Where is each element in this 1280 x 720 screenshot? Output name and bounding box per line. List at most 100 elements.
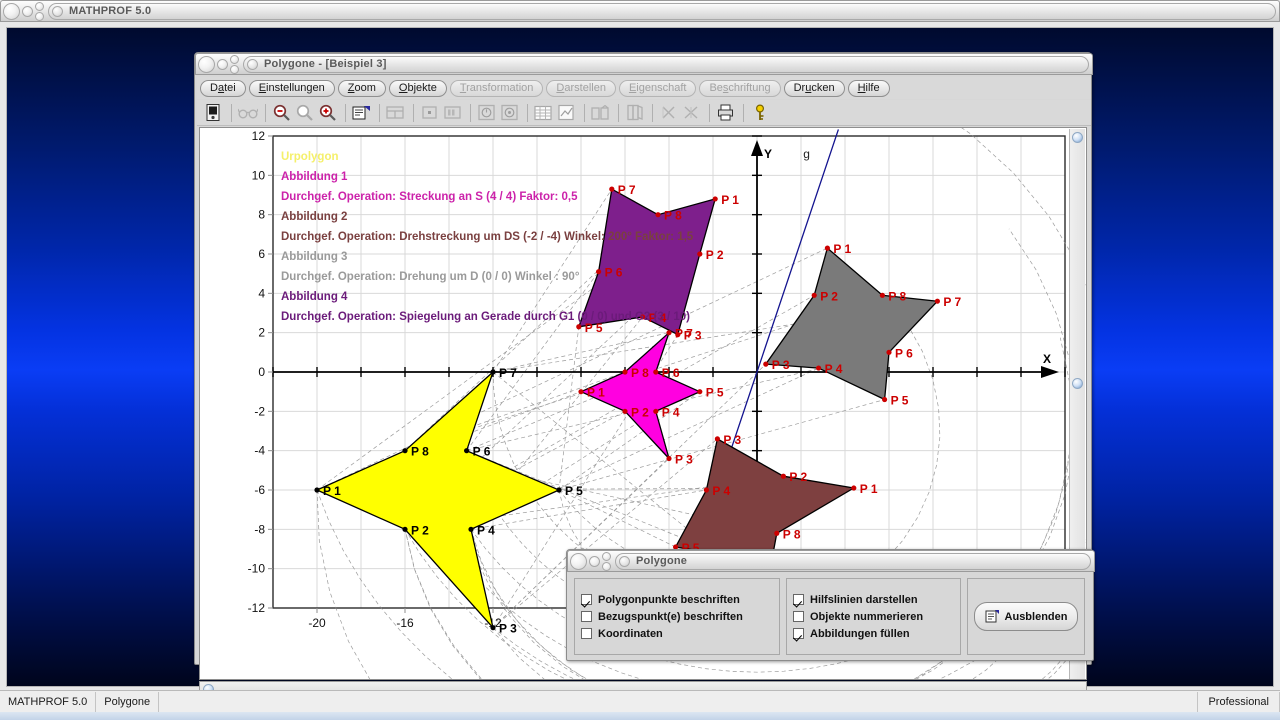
print-icon[interactable] [715, 102, 736, 123]
option-row-2[interactable]: Koordinaten [581, 628, 773, 640]
legend-entry: Abbildung 3 [281, 251, 347, 263]
mode-toggle-icon[interactable] [203, 102, 224, 123]
polygone-window-menu-icon[interactable] [198, 55, 215, 73]
vertex-marker [780, 473, 787, 479]
menu-item-objekte[interactable]: Objekte [388, 79, 447, 97]
option-row-1[interactable]: Bezugspunkt(e) beschriften [581, 611, 773, 623]
zoom-out-icon[interactable] [271, 102, 292, 123]
options-dialog-controls[interactable] [570, 551, 611, 571]
options-group-display: Hilfslinien darstellen Objekte nummeriere… [786, 578, 961, 655]
menu-item-darstellen: Darstellen [546, 79, 616, 97]
vertex-marker [697, 251, 703, 257]
glasses-icon [237, 102, 258, 123]
menu-item-einstellungen[interactable]: Einstellungen [248, 79, 335, 97]
vertex-marker [596, 269, 602, 275]
dialog-minimize-icon[interactable] [589, 555, 600, 567]
checkbox-objekte-nummerieren[interactable] [793, 611, 804, 622]
menu-item-label: Transformation [459, 82, 534, 94]
help-key-icon[interactable] [749, 102, 770, 123]
checkbox-koordinaten[interactable] [581, 628, 592, 639]
dialog-close-icon[interactable] [602, 561, 611, 571]
options-dialog-titlebar: Polygone [567, 550, 1095, 572]
vertex-label: P 2 [631, 405, 649, 419]
vertex-marker [609, 186, 615, 192]
menu-item-label: Zoom [347, 82, 376, 94]
vertex-label: P 1 [587, 386, 605, 400]
vertex-marker [714, 436, 721, 442]
option-row-0[interactable]: Hilfslinien darstellen [793, 594, 954, 606]
menu-item-label: Objekte [398, 82, 437, 94]
scroll-thumb[interactable] [1072, 378, 1083, 389]
vertex-label: P 8 [411, 445, 429, 459]
vertex-marker [934, 298, 941, 304]
window-minimize-icon[interactable] [22, 5, 33, 17]
polygone-window-maximize-icon[interactable] [230, 54, 239, 64]
y-tick-label: -6 [254, 483, 265, 497]
x-tick-label: -20 [308, 616, 326, 630]
checkbox-label: Hilfslinien darstellen [810, 593, 918, 606]
menu-item-label: Datei [210, 82, 236, 94]
vertex-label: P 8 [783, 527, 801, 541]
legend-entry: Urpolygon [281, 151, 339, 163]
checkbox-hilfslinien-darstellen[interactable] [793, 594, 804, 605]
menu-item-datei[interactable]: Datei [200, 79, 246, 97]
main-title-capsule: MATHPROF 5.0 [48, 2, 1276, 20]
checkbox-polygonpunkte-beschriften[interactable] [581, 594, 592, 605]
vertex-label: P 1 [721, 193, 739, 207]
option-row-2[interactable]: Abbildungen füllen [793, 628, 954, 640]
vertex-label: P 2 [706, 248, 724, 262]
menu-item-zoom[interactable]: Zoom [337, 79, 386, 97]
polygone-window-minimize-icon[interactable] [217, 58, 228, 70]
delete-all-icon [681, 102, 702, 123]
delete-one-icon [658, 102, 679, 123]
statusbar-edition: Professional [1198, 691, 1280, 712]
y-tick-label: 0 [258, 365, 265, 379]
vertex-label: P 8 [664, 209, 682, 223]
statusbar-underline [0, 712, 1280, 720]
sheet-icon [556, 102, 577, 123]
main-window-controls[interactable] [3, 1, 44, 21]
menu-item-eigenschaft: Eigenschaft [618, 79, 697, 97]
vertex-label: P 3 [723, 433, 741, 447]
polygone-window-controls[interactable] [198, 54, 239, 74]
y-tick-label: 2 [258, 326, 265, 340]
vertex-label: P 7 [499, 366, 517, 380]
dialog-menu-icon[interactable] [570, 552, 587, 570]
window-menu-icon[interactable] [3, 2, 20, 20]
vertex-marker [774, 530, 780, 536]
window-maximize-icon[interactable] [35, 1, 44, 11]
option-row-0[interactable]: Polygonpunkte beschriften [581, 594, 773, 606]
application-root: MATHPROF 5.0 Polygone - [Beispiel 3] Dat… [0, 0, 1280, 720]
polygone-window-close-icon[interactable] [230, 64, 239, 74]
zoom-reset-icon[interactable] [294, 102, 315, 123]
app-title: MATHPROF 5.0 [69, 5, 152, 17]
vertex-label: P 2 [411, 523, 429, 537]
vertex-label: P 8 [631, 366, 649, 380]
ausblenden-button[interactable]: Ausblenden [973, 602, 1079, 631]
vertex-marker [824, 245, 831, 251]
vertex-marker [556, 487, 562, 493]
menu-item-label: Einstellungen [258, 82, 325, 94]
legend-entry: Abbildung 2 [281, 211, 347, 223]
checkbox-label: Abbildungen füllen [810, 627, 910, 640]
options-group-labels: Polygonpunkte beschriften Bezugspunkt(e) … [574, 578, 780, 655]
application-statusbar: MATHPROF 5.0 Polygone Professional [0, 690, 1280, 712]
zoom-in-icon[interactable] [317, 102, 338, 123]
dialog-maximize-icon[interactable] [602, 551, 611, 561]
options-dialog-body: Polygonpunkte beschriften Bezugspunkt(e) … [571, 575, 1091, 658]
window-split-icon [385, 102, 406, 123]
properties-icon[interactable] [351, 102, 372, 123]
hide-window-icon [985, 610, 999, 623]
vertex-marker [653, 369, 659, 375]
polygone-window-titlebar: Polygone - [Beispiel 3] [195, 53, 1093, 75]
option-row-1[interactable]: Objekte nummerieren [793, 611, 954, 623]
polygone-title-capsule: Polygone - [Beispiel 3] [243, 55, 1089, 73]
checkbox-bezugspunkt-e-beschriften[interactable] [581, 611, 592, 622]
menu-item-drucken[interactable]: Drucken [783, 79, 845, 97]
vertex-label: P 5 [891, 394, 909, 408]
checkbox-label: Objekte nummerieren [810, 610, 924, 623]
scroll-up-knob[interactable] [1072, 132, 1083, 143]
window-close-icon[interactable] [35, 11, 44, 21]
menu-item-hilfe[interactable]: Hilfe [847, 79, 890, 97]
checkbox-abbildungen-f-llen[interactable] [793, 628, 804, 639]
